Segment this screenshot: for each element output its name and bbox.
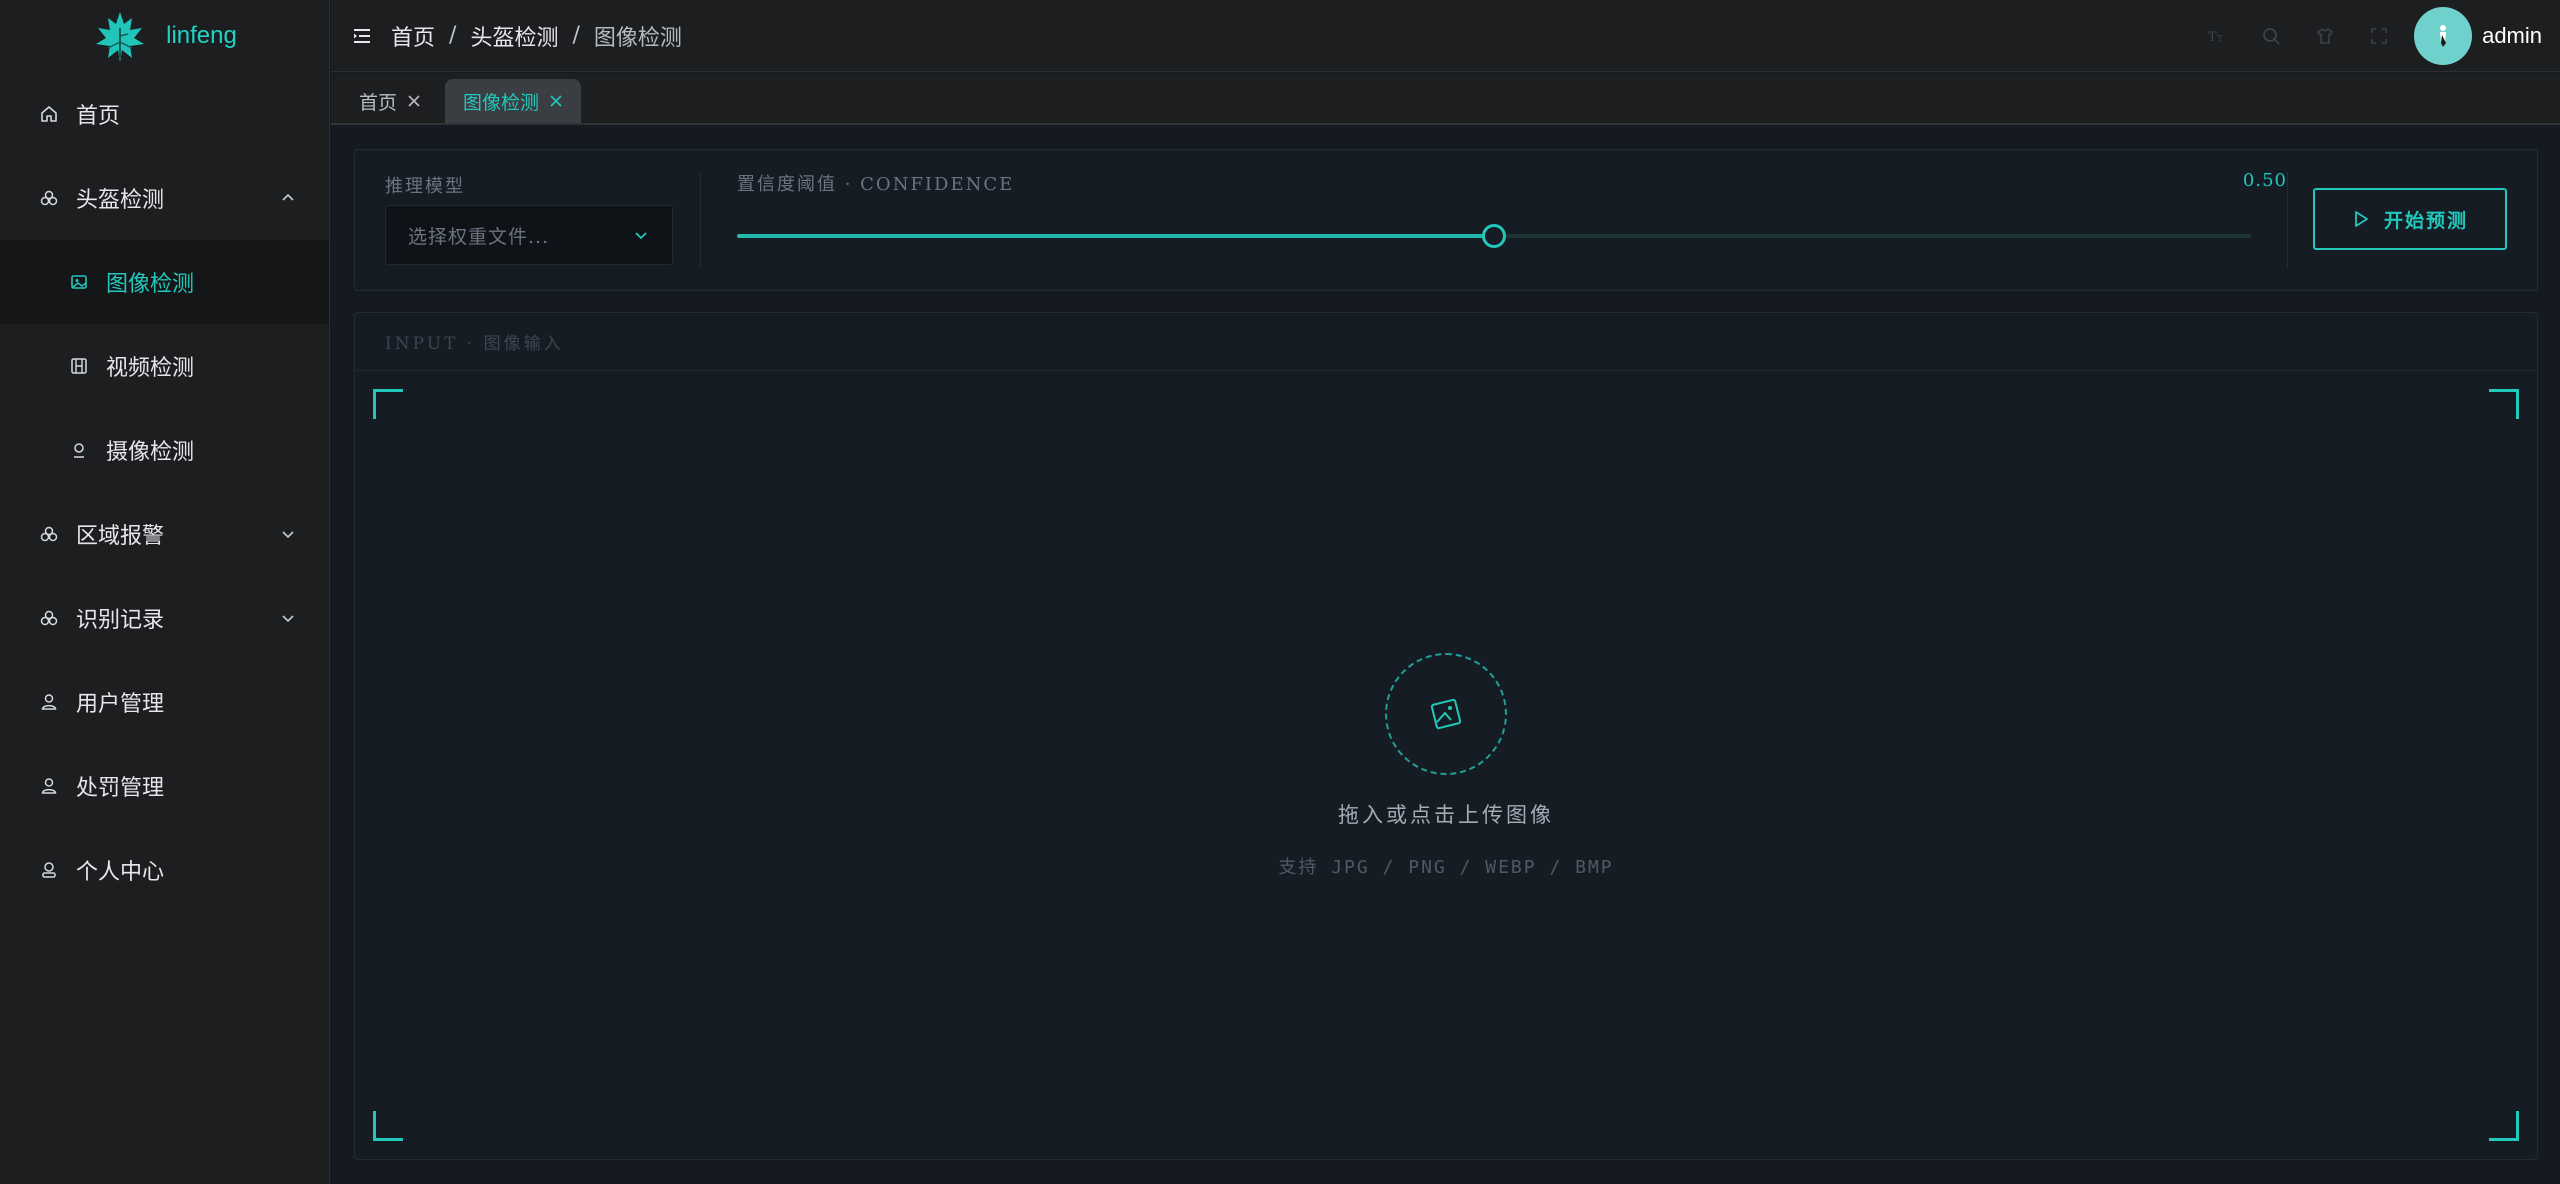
slider-fill — [737, 234, 1494, 238]
sidebar-item-personal-center[interactable]: 个人中心 — [0, 828, 329, 912]
corner-marker — [373, 1111, 403, 1141]
corner-marker — [373, 389, 403, 419]
image-input-panel: INPUT · 图像输入 拖入或点击上传图像 支持 JPG / PNG / WE… — [354, 312, 2538, 1160]
inference-controls: 推理模型 选择权重文件... 置信度阈值 · CONFIDENCE 0.50 开… — [354, 149, 2538, 291]
chevron-up-icon — [282, 193, 294, 201]
person-icon — [38, 859, 60, 881]
user-icon — [38, 691, 60, 713]
sidebar-item-label: 处罚管理 — [76, 776, 165, 801]
start-prediction-button[interactable]: 开始预测 — [2313, 188, 2507, 250]
sidebar-item-camera-detection[interactable]: 摄像检测 — [0, 408, 329, 492]
fullscreen-icon[interactable] — [2368, 25, 2390, 47]
breadcrumb-separator: / — [449, 23, 457, 48]
top-header: 首页 / 头盔检测 / 图像检测 TT admin — [331, 0, 2560, 72]
upload-dropzone[interactable]: 拖入或点击上传图像 支持 JPG / PNG / WEBP / BMP — [355, 653, 2537, 879]
corner-marker — [2489, 389, 2519, 419]
breadcrumb-helmet-detection[interactable]: 头盔检测 — [470, 20, 558, 52]
confidence-value: 0.50 — [2242, 170, 2287, 191]
sidebar-item-video-detection[interactable]: 视频检测 — [0, 324, 329, 408]
sidebar-item-label: 摄像检测 — [106, 440, 195, 465]
camera-icon — [68, 439, 90, 461]
upload-image-icon — [1430, 698, 1462, 730]
sidebar-item-helmet-detection[interactable]: 头盔检测 — [0, 156, 329, 240]
model-select[interactable]: 选择权重文件... — [385, 205, 673, 265]
svg-text:T: T — [2208, 30, 2217, 45]
sidebar-item-label: 视频检测 — [106, 356, 195, 381]
user-icon — [38, 775, 60, 797]
tab-bar: 首页 图像检测 — [331, 73, 2560, 125]
confidence-label: 置信度阈值 · CONFIDENCE — [737, 174, 1015, 195]
breadcrumb-separator: / — [572, 23, 580, 48]
avatar[interactable] — [2414, 7, 2473, 65]
breadcrumb-home[interactable]: 首页 — [391, 20, 435, 52]
username[interactable]: admin — [2482, 23, 2542, 49]
sidebar-item-image-detection[interactable]: 图像检测 — [0, 240, 329, 324]
sidebar-item-label: 头盔检测 — [76, 188, 165, 213]
breadcrumb: 首页 / 头盔检测 / 图像检测 — [391, 20, 682, 52]
sidebar-item-user-management[interactable]: 用户管理 — [0, 660, 329, 744]
header-actions: TT admin — [2206, 0, 2542, 72]
sidebar-item-label: 区域报警 — [76, 524, 165, 549]
play-icon — [2355, 211, 2368, 227]
helmet-icon — [38, 607, 60, 629]
model-select-placeholder: 选择权重文件... — [408, 225, 550, 248]
svg-text:T: T — [2217, 35, 2223, 45]
tab-image-detection[interactable]: 图像检测 — [445, 79, 582, 123]
model-label: 推理模型 — [385, 176, 465, 197]
app-name: linfeng — [166, 22, 237, 49]
avatar-icon — [2440, 25, 2447, 47]
upload-title: 拖入或点击上传图像 — [1338, 803, 1554, 827]
sidebar-item-label: 个人中心 — [76, 860, 165, 885]
corner-marker — [2489, 1111, 2519, 1141]
sidebar-item-area-alarm[interactable]: 区域报警 — [0, 492, 329, 576]
sidebar-item-penalty-management[interactable]: 处罚管理 — [0, 744, 329, 828]
divider — [700, 172, 701, 268]
menu-fold-icon[interactable] — [351, 25, 373, 47]
start-button-label: 开始预测 — [2383, 209, 2468, 232]
upload-formats: 支持 JPG / PNG / WEBP / BMP — [1278, 857, 1614, 878]
upload-circle[interactable] — [1385, 653, 1507, 775]
home-icon — [38, 103, 60, 125]
chevron-down-icon — [282, 531, 294, 539]
logo[interactable]: linfeng — [0, 0, 329, 72]
confidence-slider[interactable] — [737, 224, 2251, 248]
close-icon[interactable] — [407, 94, 421, 108]
chevron-down-icon — [635, 232, 647, 240]
sidebar-item-home[interactable]: 首页 — [0, 72, 329, 156]
video-icon — [68, 355, 90, 377]
font-size-icon[interactable]: TT — [2206, 25, 2228, 47]
tab-home[interactable]: 首页 — [341, 79, 439, 123]
chevron-down-icon — [282, 615, 294, 623]
sidebar-item-label: 首页 — [76, 104, 121, 129]
theme-shirt-icon[interactable] — [2314, 25, 2336, 47]
search-icon[interactable] — [2260, 25, 2282, 47]
image-icon — [68, 271, 90, 293]
close-icon[interactable] — [549, 94, 563, 108]
helmet-icon — [38, 523, 60, 545]
sidebar-item-label: 图像检测 — [106, 272, 195, 297]
helmet-icon — [38, 187, 60, 209]
sidebar-item-label: 识别记录 — [76, 608, 165, 633]
breadcrumb-current: 图像检测 — [593, 25, 682, 51]
tab-label: 图像检测 — [463, 91, 540, 114]
tab-label: 首页 — [359, 91, 398, 114]
input-header: INPUT · 图像输入 — [355, 313, 2537, 371]
slider-thumb[interactable] — [1482, 224, 1506, 248]
sidebar-item-records[interactable]: 识别记录 — [0, 576, 329, 660]
divider — [2287, 172, 2288, 268]
maple-leaf-logo-icon — [96, 12, 145, 62]
sidebar-item-label: 用户管理 — [76, 692, 165, 717]
sidebar-menu: 首页 头盔检测 图像检测 视频检测 摄像检测 区域报警 识别记录 用户管理 处罚… — [0, 72, 329, 912]
sidebar: linfeng 首页 头盔检测 图像检测 视频检测 摄像检测 区域报警 识别记录… — [0, 0, 330, 1184]
